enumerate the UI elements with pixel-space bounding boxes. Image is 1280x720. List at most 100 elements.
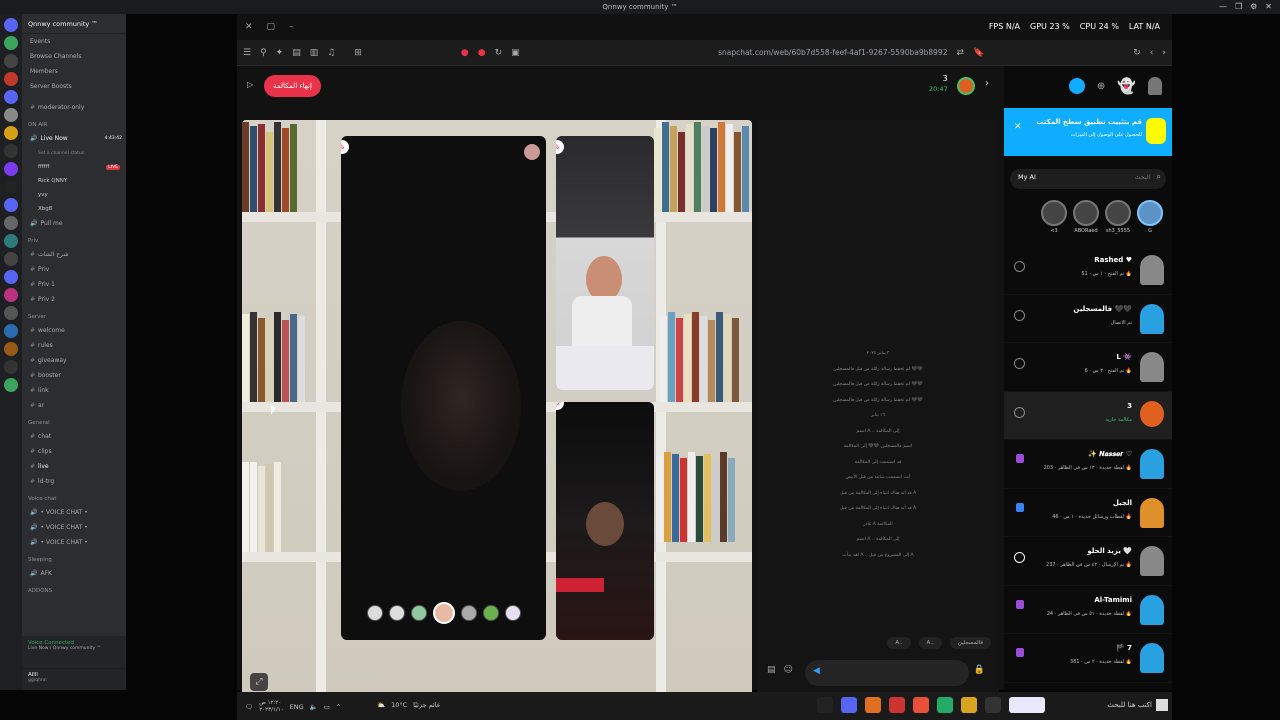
voice-member[interactable]: Xbg8 (22, 202, 126, 216)
server-icon[interactable] (4, 270, 18, 284)
server-header[interactable]: Qnnwy community ™ (22, 14, 126, 34)
channel-moderator-only[interactable]: # moderator-only (22, 100, 126, 115)
music-icon[interactable]: ♫ (327, 48, 335, 58)
lens-option[interactable] (366, 605, 383, 621)
friend-row[interactable]: Rashed ♥ تم الفتح · ١ س · 51 🔥 (1004, 246, 1172, 295)
extension-icon[interactable]: ● (461, 48, 469, 58)
server-icon[interactable] (4, 216, 18, 230)
tabs-icon[interactable]: ▤ (292, 48, 301, 58)
task-view-icon[interactable] (985, 697, 1001, 713)
channel-row[interactable]: # Priv (22, 262, 126, 277)
discord-home-icon[interactable] (4, 18, 18, 32)
add-friend-icon[interactable]: ⊕ (1097, 81, 1105, 92)
camera-icon[interactable] (1014, 309, 1025, 321)
network-icon[interactable]: ▭ (324, 703, 330, 711)
channel-row[interactable]: # ar (22, 398, 126, 413)
minimize-icon[interactable]: — (1219, 2, 1227, 11)
screenshot-icon[interactable]: ▣ (511, 48, 520, 58)
new-snap-icon[interactable] (1016, 454, 1024, 463)
new-snap-icon[interactable] (1016, 599, 1024, 609)
nav-events[interactable]: Events (22, 34, 126, 49)
language-indicator[interactable]: ENG (290, 703, 304, 711)
server-icon[interactable] (4, 108, 18, 122)
weather-widget[interactable]: ⛅ 10°C غائم جزئيًا (377, 701, 440, 709)
add-server-icon[interactable] (4, 378, 18, 392)
channel-row[interactable]: # link (22, 383, 126, 398)
voice-channel-live-now[interactable]: 🔊 Live Now 4:43:42 (22, 131, 126, 146)
clock[interactable]: ١٢:٢٠ ص ٢٠٢٣/١/١٠ (259, 700, 283, 714)
app-icon[interactable] (1009, 697, 1045, 713)
voice-member[interactable]: ffffff LIVE (22, 160, 126, 174)
voice-channel-row[interactable]: 🔊 • VOICE CHAT • (22, 520, 126, 535)
participant-video-tile[interactable]: ✎ (556, 402, 654, 640)
new-snap-icon[interactable] (1016, 648, 1024, 657)
channel-row[interactable]: # ld-trg (22, 474, 126, 489)
app-icon[interactable] (865, 697, 881, 713)
server-icon[interactable] (4, 198, 18, 212)
category-sleeping[interactable]: Sleeping (22, 553, 126, 566)
story-item[interactable]: sh3_5555 (1104, 200, 1132, 234)
search-input[interactable]: My AI البحث ⌕ (1010, 169, 1166, 189)
server-icon[interactable] (4, 234, 18, 248)
channel-row[interactable]: # clips (22, 444, 126, 459)
close-icon[interactable]: ✕ (1265, 2, 1272, 11)
quick-action[interactable]: A.. (887, 637, 911, 649)
lens-option[interactable] (460, 605, 477, 621)
lens-option[interactable] (504, 605, 521, 621)
server-icon[interactable] (4, 126, 18, 140)
participant-video-tile[interactable]: ✎ (556, 136, 654, 390)
sidebar-icon[interactable]: ☰ (243, 48, 251, 58)
channel-row[interactable]: # booster (22, 368, 126, 383)
server-icon[interactable] (4, 288, 18, 302)
server-icon[interactable] (4, 180, 18, 194)
settings-icon[interactable]: ⚙ (1250, 2, 1257, 11)
voice-member[interactable]: yvy (22, 188, 126, 202)
file-explorer-icon[interactable] (961, 697, 977, 713)
category-general[interactable]: General (22, 416, 126, 429)
server-icon[interactable] (4, 54, 18, 68)
share-icon[interactable]: ⇄ (956, 48, 964, 58)
lens-option[interactable] (388, 605, 405, 621)
close-icon[interactable]: ✕ (245, 22, 253, 32)
story-item[interactable]: G (1136, 200, 1164, 234)
tab-icon[interactable]: ▢ (267, 22, 276, 32)
server-icon[interactable] (4, 342, 18, 356)
book-icon[interactable]: ▥ (310, 48, 319, 58)
friend-row[interactable]: يزيد الحلو 🤍 تم الإرسال · ٤٢ س فى الظاهر… (1004, 537, 1172, 586)
new-chat-icon[interactable] (1016, 502, 1024, 512)
voice-channel-row[interactable]: 🔊 • VOICE CHAT • (22, 535, 126, 550)
notification-icon[interactable]: 🗨 (245, 703, 253, 711)
channel-row[interactable]: # Priv 2 (22, 292, 126, 307)
channel-row[interactable]: # welcome (22, 323, 126, 338)
voice-member[interactable]: Rick QNNY (22, 174, 126, 188)
lens-selected[interactable] (432, 602, 455, 624)
app-icon[interactable] (889, 697, 905, 713)
back-icon[interactable]: ‹ (1150, 48, 1154, 58)
emoji-icon[interactable]: ☺ (784, 665, 793, 675)
server-icon[interactable] (4, 360, 18, 374)
forward-icon[interactable]: › (1162, 48, 1166, 58)
address-bar[interactable]: snapchat.com/web/60b7d558-feef-4af1-9267… (718, 48, 947, 57)
story-item[interactable]: <3 (1040, 200, 1068, 234)
camera-icon[interactable] (1014, 261, 1025, 272)
app-icon[interactable] (937, 697, 953, 713)
category-addons[interactable]: ADDONS (22, 584, 126, 597)
server-icon[interactable] (4, 90, 18, 104)
story-icon[interactable] (1068, 78, 1085, 94)
server-icon[interactable] (4, 252, 18, 266)
reload-icon[interactable]: ↻ (1133, 48, 1141, 58)
play-icon[interactable]: ▷ (247, 80, 253, 89)
category-server[interactable]: Server (22, 310, 126, 323)
lock-icon[interactable]: 🔒 (974, 665, 985, 675)
sticker-icon[interactable]: ▤ (767, 665, 776, 675)
server-icon[interactable] (4, 306, 18, 320)
profile-avatar[interactable] (1148, 77, 1162, 95)
channel-row[interactable]: # شرح الشات (22, 247, 126, 262)
friend-row[interactable]: 🏴 7 لقطة جديدة · ٢ س · 381 🔥 (1004, 634, 1172, 683)
channel-row[interactable]: # giveaway (22, 353, 126, 368)
extension-icon[interactable]: ● (478, 48, 486, 58)
voice-channel-afk[interactable]: 🔊 AFK (22, 566, 126, 581)
channel-row[interactable]: # rules (22, 338, 126, 353)
taskbar-search[interactable]: اكتب هنا للبحث (1107, 701, 1152, 709)
category-on-air[interactable]: ON AIR (22, 118, 126, 131)
